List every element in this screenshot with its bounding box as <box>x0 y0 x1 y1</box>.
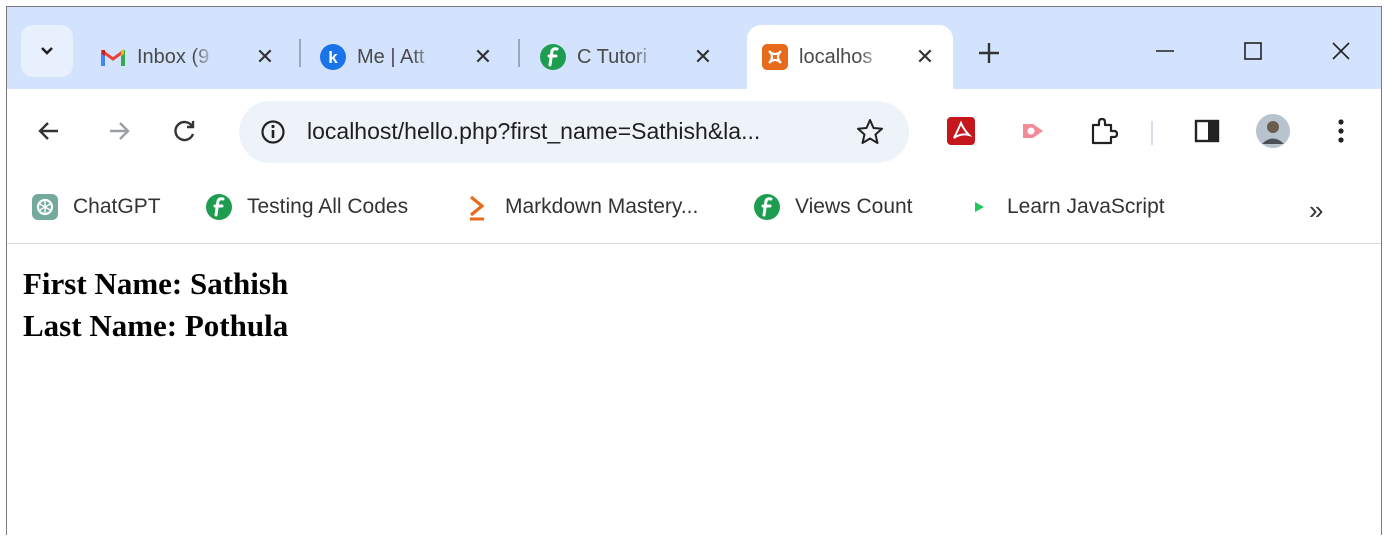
fp-icon <box>753 193 781 221</box>
chrome-menu-button[interactable] <box>1321 111 1361 151</box>
play-icon <box>965 193 993 221</box>
xampp-icon <box>761 43 789 71</box>
side-panel-icon <box>1194 119 1220 143</box>
k-icon: k <box>319 43 347 71</box>
reload-button[interactable] <box>165 111 205 151</box>
chevron-down-icon <box>41 47 53 55</box>
tab-c-tutorial[interactable]: C Tutori ✕ <box>539 25 717 89</box>
new-tab-button[interactable] <box>973 37 1005 69</box>
extensions-button[interactable] <box>1083 111 1123 151</box>
back-button[interactable] <box>29 111 69 151</box>
close-tab-icon[interactable]: ✕ <box>689 43 717 71</box>
gmail-icon <box>99 43 127 71</box>
close-tab-icon[interactable]: ✕ <box>911 43 939 71</box>
bookmark-label: Testing All Codes <box>247 195 409 218</box>
screencast-extension[interactable] <box>1013 111 1053 151</box>
toolbar-separator <box>1151 121 1153 145</box>
tab-separator <box>299 39 301 67</box>
forward-button[interactable] <box>99 111 139 151</box>
chatgpt-icon <box>31 193 59 221</box>
page-content: First Name: Sathish Last Name: Pothula <box>7 244 1381 536</box>
bookmark-learn-javascript[interactable]: Learn JavaScript <box>965 193 1165 221</box>
minimize-button[interactable] <box>1145 31 1185 71</box>
first-name-text: First Name: Sathish <box>23 266 289 301</box>
bookmarks-bar: ChatGPT Testing All Codes Markdown Maste… <box>7 173 1381 244</box>
chevron-right-icon <box>463 193 491 221</box>
tab-strip: Inbox (9 ✕ k Me | Att ✕ C Tutori ✕ local… <box>7 7 1381 89</box>
fp-icon <box>539 43 567 71</box>
bookmark-testing-all-codes[interactable]: Testing All Codes <box>205 193 408 221</box>
profile-avatar[interactable] <box>1253 111 1293 151</box>
fp-icon <box>205 193 233 221</box>
bookmark-label: ChatGPT <box>73 195 161 218</box>
plus-icon <box>979 43 999 63</box>
address-bar[interactable]: localhost/hello.php?first_name=Sathish&l… <box>239 101 909 163</box>
close-tab-icon[interactable]: ✕ <box>251 43 279 71</box>
last-name-text: Last Name: Pothula <box>23 308 289 343</box>
bookmark-label: Learn JavaScript <box>1007 195 1165 218</box>
tab-title: C Tutori <box>577 45 648 68</box>
bookmarks-overflow-button[interactable]: » <box>1309 195 1323 226</box>
avatar-icon <box>1256 114 1290 148</box>
close-icon <box>1332 42 1350 60</box>
acrobat-icon <box>947 117 975 145</box>
tab-title: Inbox (9 <box>137 45 210 68</box>
bookmark-views-count[interactable]: Views Count <box>753 193 913 221</box>
arrow-right-icon <box>110 122 130 140</box>
bookmark-label: Markdown Mastery... <box>505 195 699 218</box>
tab-title: Me | Att <box>357 45 425 68</box>
star-icon[interactable] <box>853 115 887 149</box>
browser-window: Inbox (9 ✕ k Me | Att ✕ C Tutori ✕ local… <box>6 6 1382 536</box>
close-tab-icon[interactable]: ✕ <box>469 43 497 71</box>
side-panel-button[interactable] <box>1187 111 1227 151</box>
adobe-acrobat-extension[interactable] <box>941 111 981 151</box>
reload-icon <box>174 120 195 142</box>
arrow-left-icon <box>38 122 58 140</box>
bookmark-markdown-mastery[interactable]: Markdown Mastery... <box>463 193 698 221</box>
tab-localhost[interactable]: localhos ✕ <box>747 25 953 89</box>
record-icon <box>1023 124 1043 138</box>
maximize-button[interactable] <box>1233 31 1273 71</box>
minimize-icon <box>1156 50 1174 52</box>
bookmark-chatgpt[interactable]: ChatGPT <box>31 193 161 221</box>
svg-text:k: k <box>328 48 338 67</box>
puzzle-icon <box>1091 117 1118 145</box>
maximize-icon <box>1244 42 1262 60</box>
tab-title: localhos <box>799 45 873 68</box>
close-window-button[interactable] <box>1321 31 1361 71</box>
tab-search-button[interactable] <box>21 25 73 77</box>
toolbar: localhost/hello.php?first_name=Sathish&l… <box>7 89 1381 173</box>
url-text[interactable]: localhost/hello.php?first_name=Sathish&l… <box>307 118 760 145</box>
tab-inbox[interactable]: Inbox (9 ✕ <box>99 25 279 89</box>
bookmark-label: Views Count <box>795 195 913 218</box>
more-vertical-icon <box>1338 119 1344 143</box>
info-icon[interactable] <box>257 116 289 148</box>
tab-me-att[interactable]: k Me | Att ✕ <box>319 25 497 89</box>
tab-separator <box>518 39 520 67</box>
